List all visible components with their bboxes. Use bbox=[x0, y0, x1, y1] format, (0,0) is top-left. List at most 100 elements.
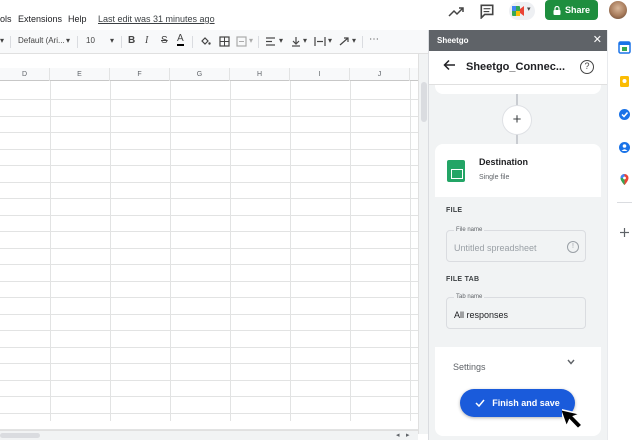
divider bbox=[617, 202, 632, 203]
menu-extensions[interactable]: Extensions bbox=[18, 14, 62, 24]
gridline bbox=[0, 231, 418, 232]
gridline bbox=[0, 99, 418, 100]
scrollbar-thumb[interactable] bbox=[421, 82, 427, 122]
horizontal-scrollbar[interactable]: ◂ ▸ bbox=[0, 430, 418, 440]
gridline bbox=[0, 297, 418, 298]
keep-icon[interactable] bbox=[618, 75, 631, 88]
divider bbox=[10, 36, 11, 48]
file-name-label: File name bbox=[454, 227, 485, 233]
divider bbox=[362, 36, 363, 48]
gridline bbox=[0, 281, 418, 282]
menu-bar: ols Extensions Help Last edit was 31 min… bbox=[0, 0, 640, 30]
chevron-down-icon: ▾ bbox=[249, 36, 254, 45]
close-icon[interactable]: ✕ bbox=[593, 33, 602, 46]
add-step-button[interactable]: + bbox=[502, 105, 532, 135]
chevron-down-icon: ▾ bbox=[279, 36, 284, 45]
column-header-d[interactable]: D bbox=[0, 68, 50, 81]
meet-button[interactable]: ▾ bbox=[509, 2, 535, 20]
sidebar-app-title: Sheetgo bbox=[437, 36, 469, 45]
text-wrapping-icon[interactable] bbox=[314, 36, 326, 47]
column-header-g[interactable]: G bbox=[170, 68, 230, 81]
spreadsheet-grid[interactable]: D E F G H I J bbox=[0, 54, 418, 430]
side-apps-rail bbox=[607, 30, 640, 440]
chevron-down-icon: ▾ bbox=[352, 36, 357, 45]
chevron-down-icon: ▾ bbox=[527, 6, 531, 13]
text-color-button[interactable]: A bbox=[177, 34, 184, 46]
gridline bbox=[0, 132, 418, 133]
gridline bbox=[0, 248, 418, 249]
menu-tools[interactable]: ols bbox=[0, 14, 12, 24]
fill-color-icon[interactable] bbox=[200, 36, 211, 47]
help-icon[interactable]: ? bbox=[580, 60, 594, 74]
gridline bbox=[0, 264, 418, 265]
destination-subtitle: Single file bbox=[479, 174, 510, 181]
column-header-i[interactable]: I bbox=[290, 68, 350, 81]
tab-name-label: Tab name bbox=[454, 294, 485, 300]
menu-help[interactable]: Help bbox=[68, 14, 87, 24]
destination-settings: FILE File name Untitled spreadsheet ! FI… bbox=[435, 197, 601, 347]
finish-and-save-button[interactable]: Finish and save bbox=[460, 389, 575, 417]
back-arrow-icon[interactable] bbox=[443, 59, 456, 71]
vertical-scrollbar[interactable] bbox=[418, 54, 428, 434]
gridline bbox=[0, 116, 418, 117]
finish-label: Finish and save bbox=[492, 398, 560, 408]
text-rotation-icon[interactable] bbox=[338, 36, 350, 47]
divider bbox=[192, 36, 193, 48]
calendar-icon[interactable] bbox=[618, 41, 631, 54]
file-name-field[interactable]: File name Untitled spreadsheet ! bbox=[446, 227, 586, 262]
chevron-down-icon: ▾ bbox=[110, 36, 115, 45]
info-icon[interactable]: ! bbox=[567, 241, 579, 253]
column-header-f[interactable]: F bbox=[110, 68, 170, 81]
file-name-input[interactable]: Untitled spreadsheet bbox=[454, 243, 537, 253]
cursor-icon bbox=[562, 408, 584, 430]
sidebar-header: Sheetgo_Connec... ? bbox=[429, 51, 608, 85]
tab-name-field[interactable]: Tab name All responses bbox=[446, 294, 586, 329]
divider bbox=[77, 36, 78, 48]
scroll-left-icon[interactable]: ◂ bbox=[396, 431, 400, 439]
tasks-icon[interactable] bbox=[618, 108, 631, 121]
trending-up-icon[interactable] bbox=[448, 4, 464, 20]
gridline bbox=[0, 363, 418, 364]
gridline bbox=[0, 330, 418, 331]
comment-icon[interactable] bbox=[479, 3, 495, 19]
more-options-icon[interactable]: ⋯ bbox=[369, 34, 379, 45]
scroll-right-icon[interactable]: ▸ bbox=[406, 431, 410, 439]
gridline bbox=[0, 314, 418, 315]
chevron-down-icon bbox=[567, 359, 575, 365]
meet-icon bbox=[512, 6, 524, 16]
settings-label: Settings bbox=[453, 362, 486, 372]
font-family-select[interactable]: Default (Ari... bbox=[18, 36, 65, 45]
merge-cells-icon[interactable] bbox=[236, 36, 247, 47]
share-button[interactable]: Share bbox=[545, 0, 598, 20]
column-header-row: D E F G H I J bbox=[0, 68, 418, 81]
sheetgo-sidebar: Sheetgo ✕ Sheetgo_Connec... ? + Destinat… bbox=[428, 30, 608, 440]
strikethrough-button[interactable]: S bbox=[161, 35, 168, 46]
contacts-icon[interactable] bbox=[618, 141, 631, 154]
gridline bbox=[0, 396, 418, 397]
tab-name-input[interactable]: All responses bbox=[454, 310, 508, 320]
settings-expander[interactable]: Settings bbox=[435, 347, 601, 387]
last-edit-link[interactable]: Last edit was 31 minutes ago bbox=[98, 14, 215, 24]
column-header-h[interactable]: H bbox=[230, 68, 290, 81]
avatar[interactable] bbox=[609, 1, 627, 19]
font-size-select[interactable]: 10 bbox=[86, 36, 95, 45]
borders-icon[interactable] bbox=[219, 36, 230, 47]
gridline bbox=[0, 149, 418, 150]
chevron-down-icon: ▾ bbox=[328, 36, 333, 45]
column-header-j[interactable]: J bbox=[350, 68, 410, 81]
horizontal-align-icon[interactable] bbox=[265, 37, 276, 46]
italic-button[interactable]: I bbox=[145, 35, 148, 46]
bold-button[interactable]: B bbox=[128, 35, 135, 46]
maps-icon[interactable] bbox=[618, 173, 631, 186]
formatting-toolbar: ▾ Default (Ari... ▾ 10 ▾ B I S A ▾ ▾ ▾ ▾… bbox=[0, 30, 428, 54]
previous-step-card bbox=[435, 85, 601, 94]
sidebar-titlebar: Sheetgo ✕ bbox=[429, 30, 608, 51]
scrollbar-thumb[interactable] bbox=[0, 433, 40, 438]
vertical-align-icon[interactable] bbox=[291, 36, 301, 47]
lock-icon bbox=[553, 5, 561, 15]
more-formats-chevron-icon[interactable]: ▾ bbox=[0, 36, 4, 45]
column-header-e[interactable]: E bbox=[50, 68, 110, 81]
check-icon bbox=[475, 399, 485, 407]
chevron-down-icon: ▾ bbox=[303, 36, 308, 45]
plus-icon[interactable] bbox=[618, 226, 631, 239]
